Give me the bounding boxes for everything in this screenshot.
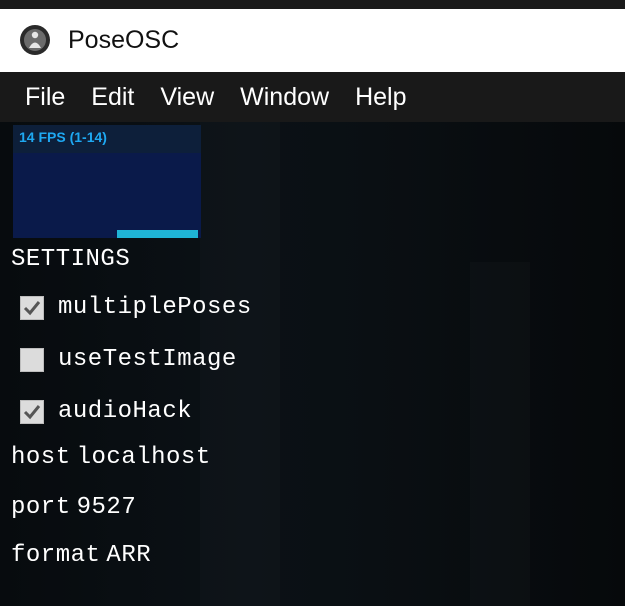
- menu-edit[interactable]: Edit: [89, 79, 136, 116]
- menu-file[interactable]: File: [23, 79, 67, 116]
- window-title: PoseOSC: [68, 25, 180, 54]
- field-label: port: [11, 494, 71, 521]
- app-window: PoseOSC File Edit View Window Help 14 FP…: [0, 0, 625, 606]
- fps-graph: [13, 153, 201, 238]
- field-host[interactable]: host localhost: [11, 444, 211, 471]
- window-top-border: [0, 0, 625, 9]
- checkbox-box[interactable]: [20, 347, 44, 372]
- app-icon: [18, 23, 52, 57]
- host-value: localhost: [76, 444, 211, 471]
- checkbox-label: multiplePoses: [58, 294, 252, 321]
- settings-header: SETTINGS: [11, 246, 131, 273]
- checkbox-label: audioHack: [58, 398, 193, 425]
- fps-stats-panel: 14 FPS (1-14): [13, 125, 201, 238]
- title-bar[interactable]: PoseOSC: [0, 9, 625, 71]
- menu-help[interactable]: Help: [353, 79, 408, 116]
- fps-readout: 14 FPS (1-14): [19, 129, 107, 145]
- checkbox-multiple-poses[interactable]: multiplePoses: [20, 294, 252, 321]
- field-port[interactable]: port 9527: [11, 494, 136, 521]
- fps-graph-fill: [117, 230, 198, 238]
- checkbox-use-test-image[interactable]: useTestImage: [20, 346, 237, 373]
- camera-view: 14 FPS (1-14) SETTINGS multiplePoses use…: [0, 122, 625, 606]
- port-value: 9527: [76, 494, 137, 521]
- menu-bar: File Edit View Window Help: [0, 72, 625, 122]
- menu-window[interactable]: Window: [238, 79, 331, 116]
- background-shade: [470, 262, 530, 606]
- format-value: ARR: [106, 542, 152, 569]
- menu-view[interactable]: View: [158, 79, 216, 116]
- field-label: host: [11, 444, 71, 471]
- checkmark-icon: [23, 404, 41, 419]
- checkmark-icon: [23, 300, 41, 315]
- checkbox-box[interactable]: [20, 399, 44, 424]
- checkbox-label: useTestImage: [58, 346, 237, 373]
- field-format[interactable]: format ARR: [11, 542, 151, 569]
- checkbox-audio-hack[interactable]: audioHack: [20, 398, 192, 425]
- checkbox-box[interactable]: [20, 295, 44, 320]
- field-label: format: [11, 542, 101, 569]
